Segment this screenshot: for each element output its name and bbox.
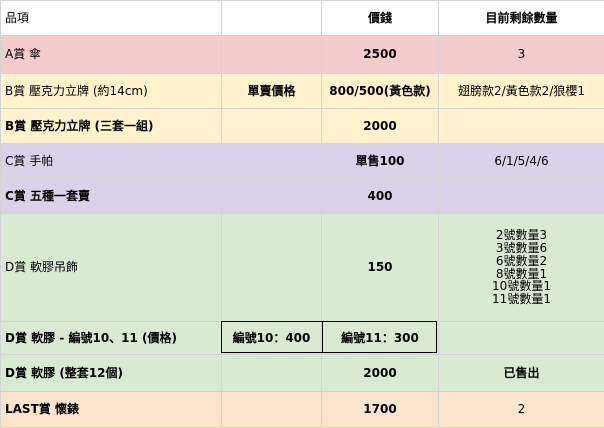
stock-line: 6號數量2: [443, 255, 600, 268]
price-cell[interactable]: 編號11：300: [322, 322, 439, 355]
table-row: D賞 軟膠吊飾 150 2號數量3 3號數量6 6號數量2 8號數量1 10號數…: [1, 214, 604, 322]
note-cell[interactable]: [222, 392, 322, 428]
note-cell[interactable]: 單賣價格: [222, 74, 322, 109]
stock-cell[interactable]: [439, 109, 604, 144]
stock-cell[interactable]: 2: [439, 392, 604, 428]
stock-cell[interactable]: 2號數量3 3號數量6 6號數量2 8號數量1 10號數量1 11號數量1: [439, 214, 604, 322]
stock-cell[interactable]: [439, 179, 604, 214]
note-cell[interactable]: [222, 144, 322, 179]
price-cell[interactable]: 2000: [322, 355, 439, 392]
table-row: B賞 壓克力立牌 (約14cm) 單賣價格 800/500(黃色款) 翅膀款2/…: [1, 74, 604, 109]
header-price-cell[interactable]: 價錢: [322, 1, 439, 36]
header-row: 品項 價錢 目前剩餘數量: [1, 1, 604, 36]
table-row: D賞 軟膠 (整套12個) 2000 已售出: [1, 355, 604, 392]
header-item-cell[interactable]: 品項: [1, 1, 222, 36]
price-cell[interactable]: 1700: [322, 392, 439, 428]
price-table: 品項 價錢 目前剩餘數量 A賞 傘 2500 3 B賞 壓克力立牌 (約14cm…: [0, 0, 604, 428]
stock-cell[interactable]: 翅膀款2/黃色款2/狼櫻1: [439, 74, 604, 109]
item-cell[interactable]: D賞 軟膠 (整套12個): [1, 355, 222, 392]
stock-cell[interactable]: 3: [439, 36, 604, 74]
stock-line: 2號數量3: [443, 229, 600, 242]
item-cell[interactable]: LAST賞 懷錶: [1, 392, 222, 428]
table-row: B賞 壓克力立牌 (三套一組) 2000: [1, 109, 604, 144]
price-cell[interactable]: 800/500(黃色款): [322, 74, 439, 109]
price-cell[interactable]: 400: [322, 179, 439, 214]
stock-cell[interactable]: 已售出: [439, 355, 604, 392]
note-cell[interactable]: [222, 214, 322, 322]
item-cell[interactable]: B賞 壓克力立牌 (三套一組): [1, 109, 222, 144]
note-cell[interactable]: [222, 36, 322, 74]
stock-line: 11號數量1: [443, 293, 600, 306]
table-row: LAST賞 懷錶 1700 2: [1, 392, 604, 428]
table-row: A賞 傘 2500 3: [1, 36, 604, 74]
item-cell[interactable]: D賞 軟膠吊飾: [1, 214, 222, 322]
header-blank-cell[interactable]: [222, 1, 322, 36]
item-cell[interactable]: C賞 五種一套賣: [1, 179, 222, 214]
item-cell[interactable]: D賞 軟膠 - 編號10、11 (價格): [1, 322, 222, 355]
price-cell[interactable]: 150: [322, 214, 439, 322]
header-stock-cell[interactable]: 目前剩餘數量: [439, 1, 604, 36]
spreadsheet: 品項 價錢 目前剩餘數量 A賞 傘 2500 3 B賞 壓克力立牌 (約14cm…: [0, 0, 604, 427]
price-cell[interactable]: 2000: [322, 109, 439, 144]
table-row: C賞 手帕 單售100 6/1/5/4/6: [1, 144, 604, 179]
note-cell[interactable]: [222, 179, 322, 214]
note-cell[interactable]: [222, 355, 322, 392]
stock-cell[interactable]: [439, 322, 604, 355]
note-cell[interactable]: 編號10：400: [222, 322, 322, 355]
table-row: C賞 五種一套賣 400: [1, 179, 604, 214]
stock-cell[interactable]: 6/1/5/4/6: [439, 144, 604, 179]
stock-line: 3號數量6: [443, 242, 600, 255]
table-row: D賞 軟膠 - 編號10、11 (價格) 編號10：400 編號11：300: [1, 322, 604, 355]
price-cell[interactable]: 2500: [322, 36, 439, 74]
note-cell[interactable]: [222, 109, 322, 144]
item-cell[interactable]: C賞 手帕: [1, 144, 222, 179]
item-cell[interactable]: A賞 傘: [1, 36, 222, 74]
item-cell[interactable]: B賞 壓克力立牌 (約14cm): [1, 74, 222, 109]
price-cell[interactable]: 單售100: [322, 144, 439, 179]
